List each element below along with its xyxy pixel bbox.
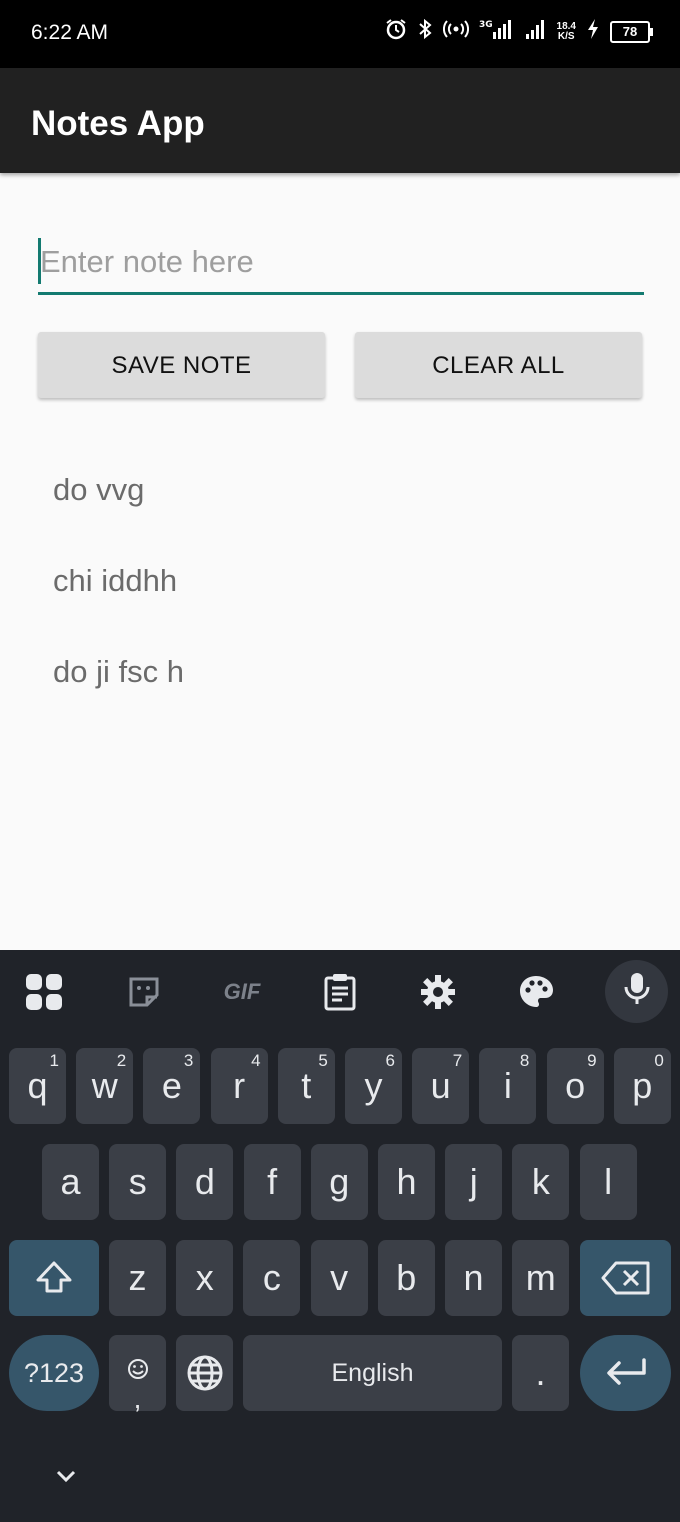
charging-icon bbox=[586, 18, 600, 45]
key-hint: 7 bbox=[452, 1051, 463, 1070]
key-a[interactable]: a bbox=[42, 1144, 99, 1220]
key-hint: 2 bbox=[116, 1051, 127, 1070]
network-label-text: 3G bbox=[479, 20, 493, 30]
key-label: y bbox=[364, 1065, 383, 1106]
key-q[interactable]: q1 bbox=[9, 1048, 66, 1124]
note-item[interactable]: do ji fsc h bbox=[53, 654, 184, 690]
key-label: o bbox=[565, 1065, 586, 1106]
key-l[interactable]: l bbox=[579, 1144, 637, 1220]
key-x[interactable]: x bbox=[176, 1240, 234, 1316]
settings-gear-icon[interactable] bbox=[414, 968, 462, 1016]
key-o[interactable]: o9 bbox=[546, 1048, 604, 1124]
key-y[interactable]: y6 bbox=[345, 1048, 402, 1124]
hotspot-icon bbox=[442, 19, 469, 44]
key-hint: 1 bbox=[49, 1051, 59, 1070]
microphone-icon bbox=[623, 971, 651, 1012]
key-e[interactable]: e3 bbox=[143, 1048, 201, 1124]
key-hint: 6 bbox=[385, 1051, 395, 1070]
sticker-icon[interactable] bbox=[120, 968, 168, 1016]
status-bar: 6:22 AM 3G 18.4 K/S 78 bbox=[0, 0, 680, 68]
key-label: q bbox=[27, 1065, 48, 1106]
bluetooth-icon bbox=[417, 18, 433, 45]
key-f[interactable]: f bbox=[243, 1144, 301, 1220]
note-item[interactable]: chi iddhh bbox=[53, 563, 177, 599]
clipboard-icon[interactable] bbox=[316, 968, 364, 1016]
keyboard bbox=[0, 950, 680, 1522]
key-label: e bbox=[161, 1065, 182, 1106]
enter-key[interactable] bbox=[580, 1335, 671, 1411]
note-item[interactable]: do vvg bbox=[53, 472, 144, 508]
key-b[interactable]: b bbox=[377, 1240, 435, 1316]
key-k[interactable]: k bbox=[512, 1144, 570, 1220]
key-u[interactable]: u7 bbox=[412, 1048, 470, 1124]
key-j[interactable]: j bbox=[445, 1144, 503, 1220]
alarm-icon bbox=[385, 18, 407, 45]
key-hint: 4 bbox=[251, 1051, 261, 1070]
key-label: r bbox=[233, 1065, 246, 1106]
key-label: i bbox=[503, 1065, 512, 1106]
key-w[interactable]: w2 bbox=[76, 1048, 134, 1124]
key-c[interactable]: c bbox=[243, 1240, 301, 1316]
key-z[interactable]: z bbox=[109, 1240, 166, 1316]
globe-icon bbox=[186, 1355, 224, 1400]
key-s[interactable]: s bbox=[109, 1144, 167, 1220]
signal-icon bbox=[525, 18, 547, 45]
key-v[interactable]: v bbox=[310, 1240, 368, 1316]
clear-all-button[interactable]: CLEAR ALL bbox=[355, 332, 642, 398]
key-g[interactable]: g bbox=[310, 1144, 368, 1220]
key-hint: 5 bbox=[318, 1051, 328, 1070]
emoji-comma-key[interactable]: , bbox=[109, 1335, 166, 1414]
key-hint: 8 bbox=[519, 1051, 530, 1070]
space-bar[interactable]: English bbox=[243, 1335, 502, 1411]
key-d[interactable]: d bbox=[176, 1144, 234, 1220]
symbols-key[interactable]: ?123 bbox=[9, 1335, 99, 1411]
note-input[interactable] bbox=[38, 236, 644, 295]
key-i[interactable]: i8 bbox=[479, 1048, 537, 1124]
key-label: u bbox=[430, 1065, 451, 1106]
net-speed-unit: K/S bbox=[557, 30, 575, 42]
key-h[interactable]: h bbox=[378, 1144, 435, 1220]
save-note-button[interactable]: SAVE NOTE bbox=[38, 332, 325, 398]
key-t[interactable]: t5 bbox=[277, 1048, 335, 1124]
status-icons: 3G 18.4 K/S 78 bbox=[385, 18, 653, 45]
net-speed: 18.4 K/S bbox=[557, 21, 576, 42]
key-n[interactable]: n bbox=[445, 1240, 502, 1316]
battery-icon: 78 bbox=[610, 20, 653, 43]
period-key[interactable]: . bbox=[512, 1335, 569, 1411]
key-hint: 3 bbox=[183, 1051, 194, 1070]
app-bar: Notes App bbox=[0, 68, 680, 173]
voice-input-button[interactable] bbox=[605, 960, 668, 1023]
text-cursor bbox=[38, 238, 41, 284]
key-hint: 0 bbox=[654, 1051, 664, 1070]
key-label: w bbox=[91, 1065, 118, 1106]
key-hint: 9 bbox=[587, 1051, 597, 1070]
key-label: p bbox=[632, 1065, 653, 1106]
hide-keyboard-chevron-icon[interactable] bbox=[53, 1463, 79, 1489]
signal-3g-icon: 3G bbox=[479, 18, 515, 45]
apps-grid-icon[interactable] bbox=[20, 968, 68, 1016]
shift-key[interactable] bbox=[9, 1240, 99, 1316]
key-p[interactable]: p0 bbox=[613, 1048, 671, 1124]
backspace-key[interactable] bbox=[580, 1240, 671, 1316]
key-r[interactable]: r4 bbox=[210, 1048, 268, 1124]
app-title: Notes App bbox=[31, 104, 205, 143]
theme-palette-icon[interactable] bbox=[512, 968, 560, 1016]
status-time: 6:22 AM bbox=[31, 21, 109, 44]
language-key[interactable] bbox=[176, 1335, 233, 1411]
gif-button[interactable]: GIF bbox=[216, 968, 268, 1016]
comma-label: , bbox=[133, 1383, 142, 1414]
key-m[interactable]: m bbox=[512, 1240, 570, 1316]
key-label: t bbox=[301, 1065, 312, 1106]
